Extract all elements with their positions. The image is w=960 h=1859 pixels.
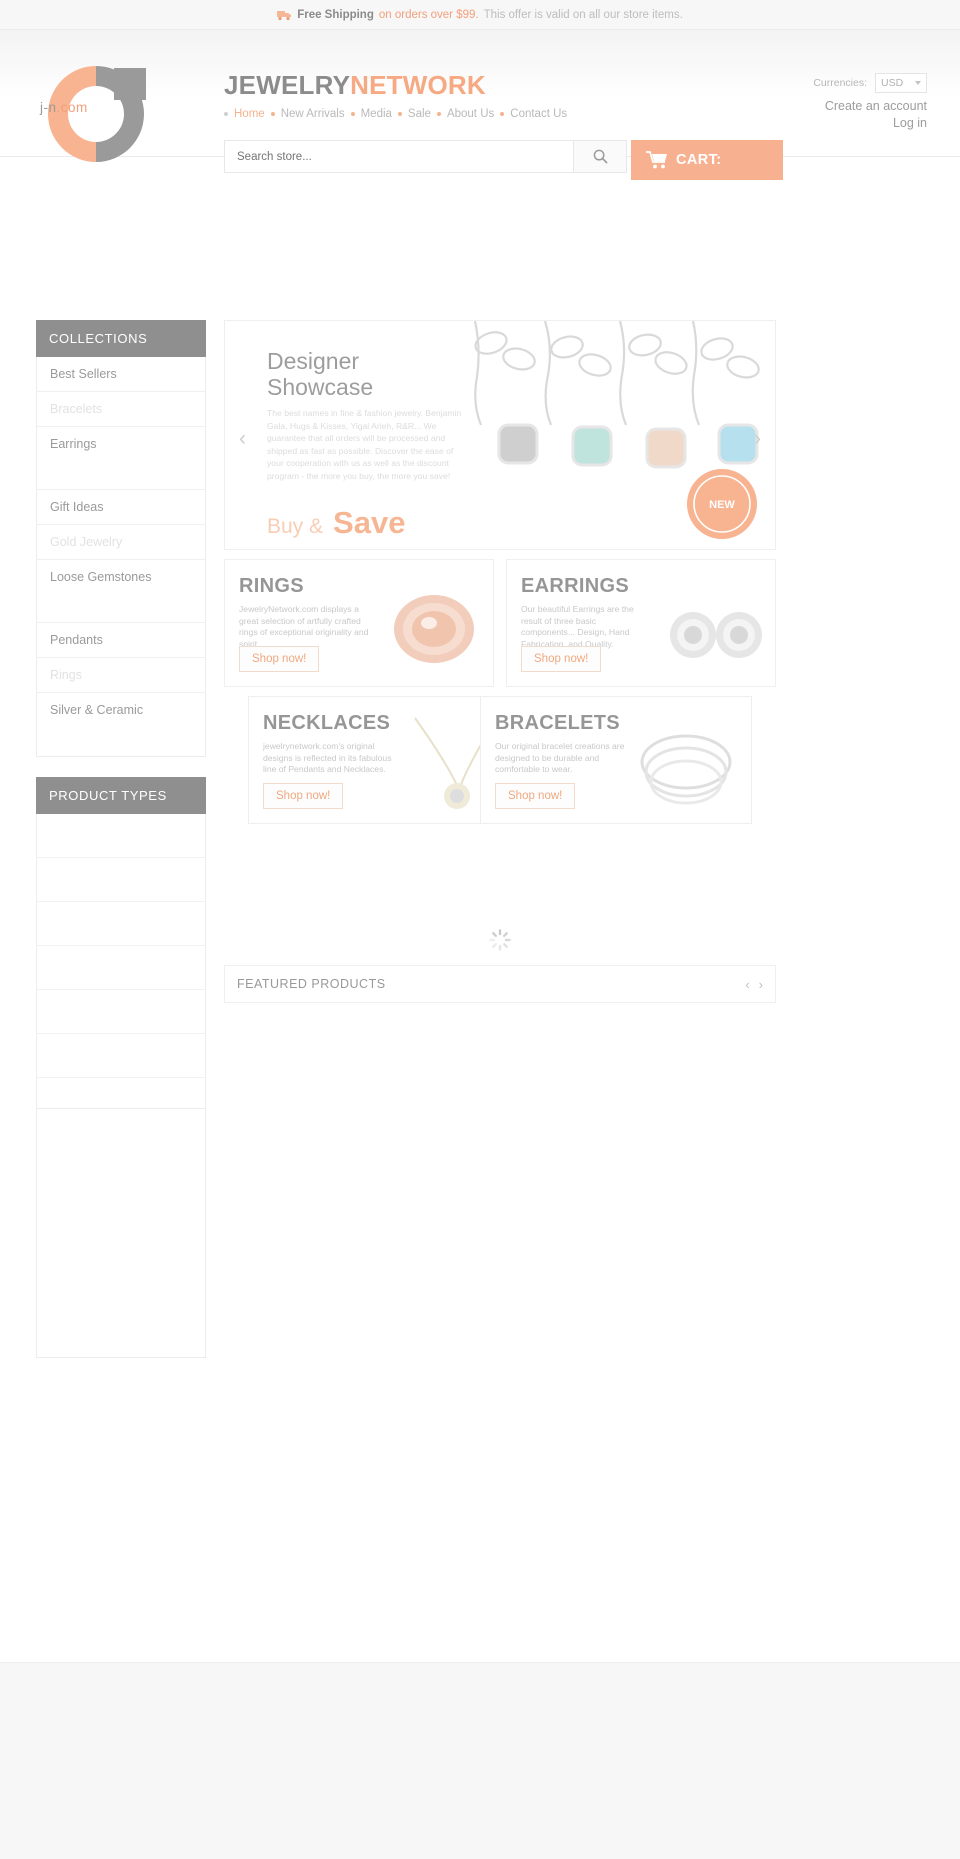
log-in-link[interactable]: Log in bbox=[825, 115, 927, 132]
currency-dropdown[interactable]: USD bbox=[875, 73, 927, 93]
sidebar: COLLECTIONS Best Sellers Bracelets Earri… bbox=[36, 320, 206, 1122]
save-word: Save bbox=[333, 505, 406, 540]
brand-title-first: JEWELRY bbox=[224, 70, 351, 100]
loading-indicator bbox=[224, 928, 776, 952]
hero-title-line1: Designer bbox=[267, 348, 360, 374]
hero-banner: Designer Showcase The best names in fine… bbox=[224, 320, 776, 550]
sidebar-secondary-panel bbox=[36, 1108, 206, 1358]
product-type-row[interactable] bbox=[37, 946, 205, 990]
buy-save-slogan: Buy & Save bbox=[267, 505, 405, 541]
logo-wordmark-b: .com bbox=[56, 100, 88, 115]
currency-label: Currencies: bbox=[813, 77, 867, 89]
buy-word: Buy & bbox=[267, 515, 324, 538]
logo-wordmark-a: j-n bbox=[40, 100, 57, 115]
hero-title: Designer Showcase bbox=[267, 348, 373, 400]
category-cards-row-1: RINGS JewelryNetwork.com displays a grea… bbox=[224, 559, 776, 687]
category-card-description: jewelrynetwork.com's original designs is… bbox=[263, 741, 392, 775]
product-type-row[interactable] bbox=[37, 902, 205, 946]
nav-item-new-arrivals[interactable]: New Arrivals bbox=[275, 108, 351, 120]
cart-label: CART: bbox=[676, 152, 722, 168]
collections-list: Best Sellers Bracelets Earrings Gift Ide… bbox=[36, 357, 206, 757]
category-card-title: NECKLACES bbox=[263, 712, 391, 734]
nav-item-about-us[interactable]: About Us bbox=[441, 108, 500, 120]
product-type-row[interactable] bbox=[37, 814, 205, 858]
featured-products-title: FEATURED PRODUCTS bbox=[237, 977, 386, 991]
sidebar-item-best-sellers[interactable]: Best Sellers bbox=[37, 357, 205, 392]
hero-description: The best names in fine & fashion jewelry… bbox=[267, 408, 462, 481]
category-card-title: BRACELETS bbox=[495, 712, 620, 734]
featured-next-button[interactable]: › bbox=[759, 977, 763, 992]
sidebar-item-bracelets[interactable]: Bracelets bbox=[37, 392, 205, 427]
sidebar-item-earrings[interactable]: Earrings bbox=[37, 427, 205, 490]
featured-prev-button[interactable]: ‹ bbox=[745, 977, 749, 992]
logo-wordmark: j-n.com bbox=[40, 100, 88, 115]
sidebar-item-gift-ideas[interactable]: Gift Ideas bbox=[37, 490, 205, 525]
product-type-row[interactable] bbox=[37, 858, 205, 902]
nav-item-home[interactable]: Home bbox=[228, 108, 271, 120]
ring-image bbox=[381, 577, 487, 682]
truck-icon bbox=[277, 9, 292, 21]
brand-title: JEWELRYNETWORK bbox=[224, 70, 486, 101]
category-card-rings[interactable]: RINGS JewelryNetwork.com displays a grea… bbox=[224, 559, 494, 687]
product-types-placeholder bbox=[37, 814, 205, 1122]
search-box bbox=[224, 140, 627, 173]
featured-products-nav: ‹ › bbox=[745, 977, 763, 992]
search-input[interactable] bbox=[224, 140, 573, 173]
loading-spinner-icon bbox=[489, 929, 511, 951]
nav-item-media[interactable]: Media bbox=[355, 108, 398, 120]
search-icon bbox=[593, 149, 608, 164]
chevron-down-icon bbox=[915, 81, 921, 85]
footer: © 2017 jewelry network. All Rights Reser… bbox=[0, 1662, 960, 1859]
svg-text:NEW: NEW bbox=[709, 499, 735, 511]
nav-item-sale[interactable]: Sale bbox=[402, 108, 437, 120]
search-button[interactable] bbox=[573, 140, 627, 173]
new-badge: NEW bbox=[685, 467, 759, 541]
product-type-row[interactable] bbox=[37, 990, 205, 1034]
site-header: j-n.com JEWELRYNETWORK Home New Arrivals… bbox=[0, 30, 960, 180]
category-card-description: Our beautiful Earrings are the result of… bbox=[521, 604, 634, 649]
hero-prev-button[interactable]: ‹ bbox=[239, 427, 246, 451]
hero-title-line2: Showcase bbox=[267, 374, 374, 400]
promo-note: This offer is valid on all our store ite… bbox=[483, 8, 683, 21]
earrings-image bbox=[665, 591, 769, 682]
collections-header: COLLECTIONS bbox=[36, 320, 206, 357]
category-card-title: EARRINGS bbox=[521, 575, 629, 597]
create-account-link[interactable]: Create an account bbox=[825, 98, 927, 115]
shop-now-button-rings[interactable]: Shop now! bbox=[239, 646, 320, 672]
shop-now-button-earrings[interactable]: Shop now! bbox=[521, 646, 602, 672]
featured-products-bar: FEATURED PRODUCTS ‹ › bbox=[224, 965, 776, 1003]
sidebar-item-silver-ceramic[interactable]: Silver & Ceramic bbox=[37, 693, 205, 756]
brand-title-second: NETWORK bbox=[350, 70, 486, 100]
category-card-bracelets[interactable]: BRACELETS Our original bracelet creation… bbox=[480, 696, 752, 824]
category-card-title: RINGS bbox=[239, 575, 304, 597]
category-card-earrings[interactable]: EARRINGS Our beautiful Earrings are the … bbox=[506, 559, 776, 687]
product-types-list bbox=[36, 814, 206, 1122]
promo-headline: Free Shipping bbox=[297, 8, 374, 21]
category-cards-row-2: NECKLACES jewelrynetwork.com's original … bbox=[224, 696, 776, 824]
category-card-description: JewelryNetwork.com displays a great sele… bbox=[239, 604, 369, 649]
shop-now-button-necklaces[interactable]: Shop now! bbox=[263, 783, 344, 809]
main-navigation: Home New Arrivals Media Sale About Us Co… bbox=[224, 108, 573, 120]
bracelet-image bbox=[627, 722, 745, 819]
hero-next-button[interactable]: › bbox=[754, 427, 761, 451]
sidebar-item-rings[interactable]: Rings bbox=[37, 658, 205, 693]
product-types-header: PRODUCT TYPES bbox=[36, 777, 206, 814]
category-card-description: Our original bracelet creations are desi… bbox=[495, 741, 625, 775]
nav-item-contact-us[interactable]: Contact Us bbox=[504, 108, 573, 120]
currency-selector: Currencies: USD bbox=[813, 73, 927, 93]
shop-now-button-bracelets[interactable]: Shop now! bbox=[495, 783, 576, 809]
promo-bar: Free Shipping on orders over $99. This o… bbox=[0, 0, 960, 30]
sidebar-item-pendants[interactable]: Pendants bbox=[37, 623, 205, 658]
sidebar-item-loose-gemstones[interactable]: Loose Gemstones bbox=[37, 560, 205, 623]
product-type-row[interactable] bbox=[37, 1034, 205, 1078]
account-links: Create an account Log in bbox=[825, 98, 927, 132]
cart-button[interactable]: CART: bbox=[631, 140, 783, 180]
currency-value: USD bbox=[881, 77, 904, 89]
shopping-cart-icon bbox=[646, 151, 667, 169]
sidebar-item-gold-jewelry[interactable]: Gold Jewelry bbox=[37, 525, 205, 560]
main-content: Designer Showcase The best names in fine… bbox=[224, 320, 776, 1003]
promo-offer: on orders over $99. bbox=[378, 8, 479, 21]
